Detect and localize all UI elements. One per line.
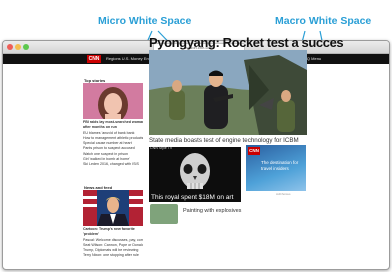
close-window-icon[interactable]: [7, 44, 13, 50]
minimize-window-icon[interactable]: [15, 44, 21, 50]
top-stories-list: FBI raids lay most-searched woman after …: [83, 120, 143, 168]
painting-caption[interactable]: Painting with explosives: [183, 208, 241, 214]
cnn-logo[interactable]: CNN: [87, 55, 101, 63]
maximize-window-icon[interactable]: [23, 44, 29, 50]
style-tv-title[interactable]: This royal spent $18M on art: [151, 194, 233, 201]
ad-choices-label[interactable]: AdChoices: [276, 192, 291, 196]
annotation-macro-white-space: Macro White Space: [275, 15, 372, 27]
top-story-link-5[interactable]: Pants prison to suspect accused: [83, 146, 143, 151]
news-feed-list: Cartoon: Trump's new favorite 'problem' …: [83, 227, 143, 259]
ad-text[interactable]: The destination for travel insiders: [261, 160, 305, 171]
painting-thumbnail[interactable]: [150, 204, 178, 224]
annotation-micro-white-space: Micro White Space: [98, 15, 192, 27]
top-story-thumbnail[interactable]: [83, 83, 143, 119]
ad-cnn-logo: CNN: [248, 147, 260, 155]
news-link-5[interactable]: Terry Nixon: one stopping after rule: [83, 253, 143, 258]
news-thumbnail-trump[interactable]: [83, 190, 143, 226]
main-story-caption[interactable]: State media boasts test of engine techno…: [149, 137, 299, 144]
section-heading-cnn-style-tv: CNN Style TV: [150, 146, 173, 150]
top-story-link-8[interactable]: Ski Leden 2016, changed with ISIS: [83, 162, 143, 167]
main-headline[interactable]: Pyongyang: Rocket test a succes: [149, 35, 344, 50]
main-story-photo: [149, 50, 307, 135]
main-story-image[interactable]: [149, 50, 307, 135]
